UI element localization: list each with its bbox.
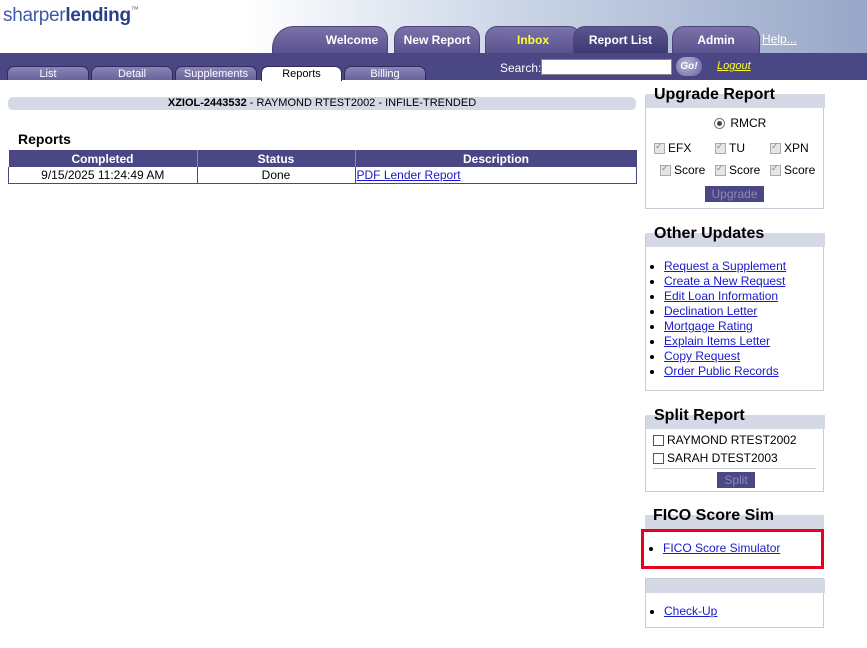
checkbox-icon bbox=[770, 141, 781, 155]
tab-admin[interactable]: Admin bbox=[672, 26, 760, 53]
pdf-lender-report-link[interactable]: PDF Lender Report bbox=[357, 168, 461, 182]
help-link[interactable]: Help... bbox=[762, 32, 797, 46]
request-supplement-link[interactable]: Request a Supplement bbox=[664, 259, 786, 273]
list-item: Explain Items Letter bbox=[664, 334, 786, 349]
checkbox-icon bbox=[653, 435, 664, 447]
list-item: Request a Supplement bbox=[664, 259, 786, 274]
tab-inbox[interactable]: Inbox bbox=[485, 26, 581, 53]
checkbox-icon bbox=[653, 453, 664, 465]
create-new-request-link[interactable]: Create a New Request bbox=[664, 274, 785, 288]
upgrade-report-panel: Upgrade Report RMCR EFX TU XPN Score Sco… bbox=[645, 86, 825, 209]
checkbox-icon bbox=[715, 163, 726, 177]
checkup-list: Check-Up bbox=[646, 604, 717, 619]
rmcr-label: RMCR bbox=[730, 116, 767, 130]
column-header-completed[interactable]: Completed bbox=[8, 150, 197, 167]
tab-report-list[interactable]: Report List bbox=[573, 26, 668, 53]
subtab-supplements[interactable]: Supplements bbox=[175, 66, 257, 80]
tu-score-checkbox[interactable]: Score bbox=[715, 163, 760, 177]
list-item: Edit Loan Information bbox=[664, 289, 786, 304]
split-report-panel: Split Report RAYMOND RTEST2002 SARAH DTE… bbox=[645, 407, 825, 492]
efx-score-checkbox[interactable]: Score bbox=[660, 163, 705, 177]
checkbox-icon bbox=[660, 163, 671, 177]
subtab-reports[interactable]: Reports bbox=[261, 66, 342, 81]
tab-welcome[interactable]: Welcome bbox=[272, 26, 388, 53]
reports-heading: Reports bbox=[18, 131, 71, 147]
upgrade-button[interactable]: Upgrade bbox=[705, 186, 764, 202]
search-input[interactable] bbox=[541, 59, 672, 75]
subtab-billing[interactable]: Billing bbox=[344, 66, 426, 80]
split-checkbox-sarah[interactable]: SARAH DTEST2003 bbox=[653, 451, 778, 465]
checkbox-icon bbox=[654, 141, 665, 155]
highlight-box bbox=[641, 529, 824, 569]
split-button[interactable]: Split bbox=[717, 472, 755, 488]
rmcr-radio[interactable]: RMCR bbox=[714, 116, 766, 130]
search-label: Search: bbox=[500, 61, 542, 75]
table-header-row: Completed Status Description bbox=[8, 150, 637, 167]
subtab-detail[interactable]: Detail bbox=[91, 66, 173, 80]
table-row: 9/15/2025 11:24:49 AM Done PDF Lender Re… bbox=[8, 167, 637, 184]
record-title-bar: XZIOL-2443532 - RAYMOND RTEST2002 - INFI… bbox=[8, 97, 636, 110]
description-cell: PDF Lender Report bbox=[354, 167, 637, 184]
order-public-records-link[interactable]: Order Public Records bbox=[664, 364, 779, 378]
sharperlending-logo[interactable]: sharperlending™ bbox=[3, 5, 139, 27]
checkbox-icon bbox=[770, 163, 781, 177]
column-header-description[interactable]: Description bbox=[354, 150, 637, 167]
completed-cell: 9/15/2025 11:24:49 AM bbox=[8, 167, 198, 184]
logout-link[interactable]: Logout bbox=[717, 60, 751, 72]
record-id: XZIOL-2443532 bbox=[167, 97, 247, 109]
list-item: Declination Letter bbox=[664, 304, 786, 319]
edit-loan-information-link[interactable]: Edit Loan Information bbox=[664, 289, 778, 303]
divider bbox=[653, 468, 816, 469]
tu-checkbox[interactable]: TU bbox=[715, 141, 745, 155]
sub-nav-bar: List Detail Supplements Reports Billing … bbox=[0, 53, 867, 81]
xpn-checkbox[interactable]: XPN bbox=[770, 141, 809, 155]
xpn-score-checkbox[interactable]: Score bbox=[770, 163, 815, 177]
explain-items-letter-link[interactable]: Explain Items Letter bbox=[664, 334, 770, 348]
list-item: Order Public Records bbox=[664, 364, 786, 379]
record-description: - RAYMOND RTEST2002 - INFILE-TRENDED bbox=[246, 97, 477, 109]
checkup-link[interactable]: Check-Up bbox=[664, 604, 717, 618]
list-item: Mortgage Rating bbox=[664, 319, 786, 334]
list-item: Create a New Request bbox=[664, 274, 786, 289]
app-header: sharperlending™ Welcome New Report Inbox… bbox=[0, 0, 867, 53]
split-report-title: Split Report bbox=[654, 407, 745, 424]
status-cell: Done bbox=[196, 167, 356, 184]
go-button[interactable]: Go! bbox=[676, 57, 702, 76]
reports-table: Completed Status Description 9/15/2025 1… bbox=[8, 150, 637, 184]
checkup-panel: Check-Up bbox=[645, 578, 825, 628]
mortgage-rating-link[interactable]: Mortgage Rating bbox=[664, 319, 753, 333]
split-checkbox-raymond[interactable]: RAYMOND RTEST2002 bbox=[653, 433, 797, 447]
other-updates-title: Other Updates bbox=[654, 225, 765, 242]
checkbox-icon bbox=[715, 141, 726, 155]
fico-score-sim-title: FICO Score Sim bbox=[653, 507, 774, 524]
other-updates-list: Request a Supplement Create a New Reques… bbox=[646, 259, 786, 379]
subtab-list[interactable]: List bbox=[7, 66, 89, 80]
radio-selected-icon bbox=[714, 118, 725, 130]
list-item: Copy Request bbox=[664, 349, 786, 364]
column-header-status[interactable]: Status bbox=[196, 150, 355, 167]
other-updates-panel: Other Updates Request a Supplement Creat… bbox=[645, 225, 825, 391]
tab-new-report[interactable]: New Report bbox=[394, 26, 480, 53]
list-item: Check-Up bbox=[664, 604, 717, 619]
declination-letter-link[interactable]: Declination Letter bbox=[664, 304, 757, 318]
upgrade-report-title: Upgrade Report bbox=[654, 86, 775, 103]
efx-checkbox[interactable]: EFX bbox=[654, 141, 691, 155]
copy-request-link[interactable]: Copy Request bbox=[664, 349, 740, 363]
